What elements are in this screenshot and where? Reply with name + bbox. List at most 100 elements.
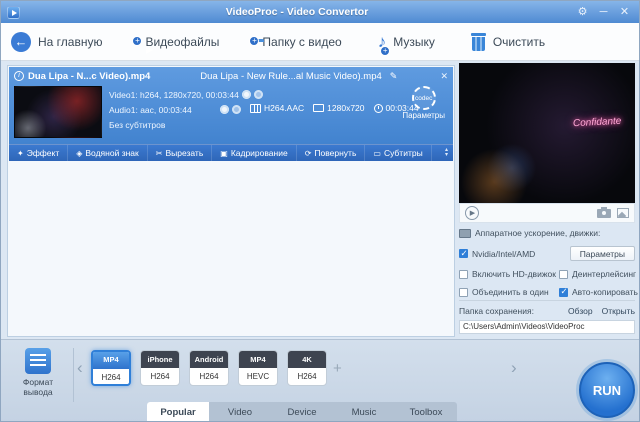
video-thumbnail (14, 86, 102, 138)
tabs-expand-button[interactable]: ▴ ▾ (440, 148, 453, 158)
format-preset-mp4-hevc[interactable]: MP4 HEVC (238, 350, 278, 386)
tab-watermark[interactable]: ◈ Водяной знак (68, 145, 148, 161)
tab-subtitles[interactable]: ▭ Субтитры (365, 145, 431, 161)
audio-track-toggle-icon[interactable] (220, 105, 229, 114)
media-stats-row: H264.AAC 1280x720 00:03:44 (250, 103, 419, 113)
gpu-checkbox-label: Nvidia/Intel/AMD (472, 249, 535, 259)
remove-file-icon[interactable]: ✕ (440, 71, 448, 82)
preset-codec: H264 (93, 369, 129, 386)
crop-icon: ▣ (220, 149, 228, 158)
preset-name: MP4 (93, 352, 129, 369)
tab-effect[interactable]: ✦ Эффект (9, 145, 68, 161)
run-button[interactable]: RUN (579, 362, 635, 418)
format-preset-4k[interactable]: 4K H264 (287, 350, 327, 386)
video-track-row: Video1: h264, 1280x720, 00:03:44 (109, 87, 241, 102)
tab-cut[interactable]: ✂ Вырезать (148, 145, 213, 161)
audio-track-row: Audio1: aac, 00:03:44 (109, 102, 241, 117)
merge-label: Объединить в один (472, 287, 549, 297)
preset-name: MP4 (239, 351, 277, 368)
file-name-short: Dua Lipa - N...c Video).mp4 (28, 71, 150, 82)
plus-badge-icon: + (132, 36, 142, 46)
codec-stat: H264.AAC (250, 103, 304, 113)
titlebar: VideoProc - Video Convertor ⚙ ─ ✕ (1, 1, 639, 23)
tab-video[interactable]: Video (209, 402, 271, 422)
formats-scroll-left-icon[interactable]: ‹ (77, 358, 83, 378)
codec-gear-icon: codec (412, 86, 436, 110)
output-format-button[interactable]: Формат вывода (9, 348, 67, 398)
gpu-checkbox[interactable] (459, 249, 468, 258)
info-icon[interactable]: i (14, 71, 24, 81)
video-preview[interactable]: Confidante (459, 63, 635, 203)
deinterlace-checkbox[interactable] (559, 270, 568, 279)
window-title: VideoProc - Video Convertor (24, 6, 570, 18)
output-format-icon (25, 348, 51, 374)
file-card-header: i Dua Lipa - N...c Video).mp4 Dua Lipa -… (9, 67, 453, 83)
save-folder-section: Папка сохранения: Обзор Открыть C:\Users… (459, 300, 635, 334)
video-file-card[interactable]: i Dua Lipa - N...c Video).mp4 Dua Lipa -… (9, 67, 453, 144)
codec-params-label: Параметры (402, 111, 445, 120)
merge-checkbox[interactable] (459, 288, 468, 297)
minimize-icon[interactable]: ─ (595, 1, 612, 23)
subtitles-icon: ▭ (373, 149, 381, 158)
save-folder-label: Папка сохранения: (459, 306, 534, 316)
tab-crop-label: Кадрирование (231, 148, 288, 158)
add-music-button[interactable]: ♪ + Музыку (378, 32, 435, 52)
output-format-bar: Формат вывода ‹ MP4 H264 iPhone H264 And… (1, 339, 640, 422)
tab-device[interactable]: Device (271, 402, 333, 422)
edit-tabs-bar: ✦ Эффект ◈ Водяной знак ✂ Вырезать ▣ Кад… (9, 144, 453, 161)
trash-icon (471, 33, 486, 51)
rename-pencil-icon[interactable]: ✎ (390, 71, 398, 82)
tab-music[interactable]: Music (333, 402, 395, 422)
resolution-stat: 1280x720 (313, 103, 364, 113)
browse-button[interactable]: Обзор (568, 306, 593, 316)
format-preset-android[interactable]: Android H264 (189, 350, 229, 386)
auto-copy-checkbox[interactable] (559, 288, 568, 297)
settings-gear-icon[interactable]: ⚙ (574, 1, 591, 23)
play-button[interactable]: ▶ (465, 206, 479, 220)
screen-icon (313, 104, 324, 112)
format-preset-mp4-h264[interactable]: MP4 H264 (91, 350, 131, 386)
format-presets-list: MP4 H264 iPhone H264 Android H264 MP4 HE… (91, 350, 327, 386)
tab-popular[interactable]: Popular (147, 402, 209, 422)
preset-name: Android (190, 351, 228, 368)
hw-accel-label: Аппаратное ускорение, движки: (475, 228, 600, 238)
output-format-label: Формат вывода (9, 378, 67, 398)
deinterlace-label: Деинтерлейсинг (572, 269, 636, 279)
preset-name: iPhone (141, 351, 179, 368)
gpu-engine-row: Nvidia/Intel/AMD Параметры (459, 246, 635, 261)
tab-rotate[interactable]: ⟳ Повернуть (297, 145, 366, 161)
audio-track-label: Audio1: aac, 00:03:44 (109, 105, 192, 115)
formats-scroll-right-icon[interactable]: › (511, 358, 517, 378)
options-row-1: Включить HD-движок Деинтерлейсинг (459, 269, 635, 279)
add-video-folder-label: Папку с видео (262, 35, 341, 49)
open-button[interactable]: Открыть (602, 306, 635, 316)
expand-down-icon: ▾ (445, 153, 448, 158)
back-arrow-icon: ← (11, 32, 31, 52)
tab-watermark-label: Водяной знак (85, 148, 138, 158)
tab-crop[interactable]: ▣ Кадрирование (212, 145, 296, 161)
clock-icon (374, 104, 383, 113)
audio-track-dropdown-icon[interactable] (232, 105, 241, 114)
snapshot-gallery-icon[interactable] (617, 208, 629, 218)
snapshot-camera-icon[interactable] (597, 209, 611, 218)
close-icon[interactable]: ✕ (616, 1, 633, 23)
add-video-folder-button[interactable]: + Папку с видео (255, 35, 341, 49)
add-format-icon[interactable]: + (333, 360, 342, 377)
scissors-icon: ✂ (156, 149, 163, 158)
resolution-value: 1280x720 (327, 103, 364, 113)
gpu-chip-icon (459, 229, 471, 238)
tab-toolbox[interactable]: Toolbox (395, 402, 457, 422)
back-home-button[interactable]: ← На главную (11, 32, 102, 52)
rotate-icon: ⟳ (305, 149, 312, 158)
clear-list-label: Очистить (493, 35, 545, 49)
codec-options-button[interactable]: codec Параметры (402, 86, 445, 120)
format-preset-iphone[interactable]: iPhone H264 (140, 350, 180, 386)
effect-icon: ✦ (17, 149, 24, 158)
clear-list-button[interactable]: Очистить (471, 32, 545, 51)
add-video-files-button[interactable]: + Видеофайлы (138, 35, 219, 49)
hw-params-button[interactable]: Параметры (570, 246, 635, 261)
plus-badge-icon: + (380, 46, 390, 56)
hd-engine-checkbox[interactable] (459, 270, 468, 279)
video-track-label: Video1: h264, 1280x720, 00:03:44 (109, 90, 239, 100)
save-path-field[interactable]: C:\Users\Admin\Videos\VideoProc (459, 320, 635, 334)
